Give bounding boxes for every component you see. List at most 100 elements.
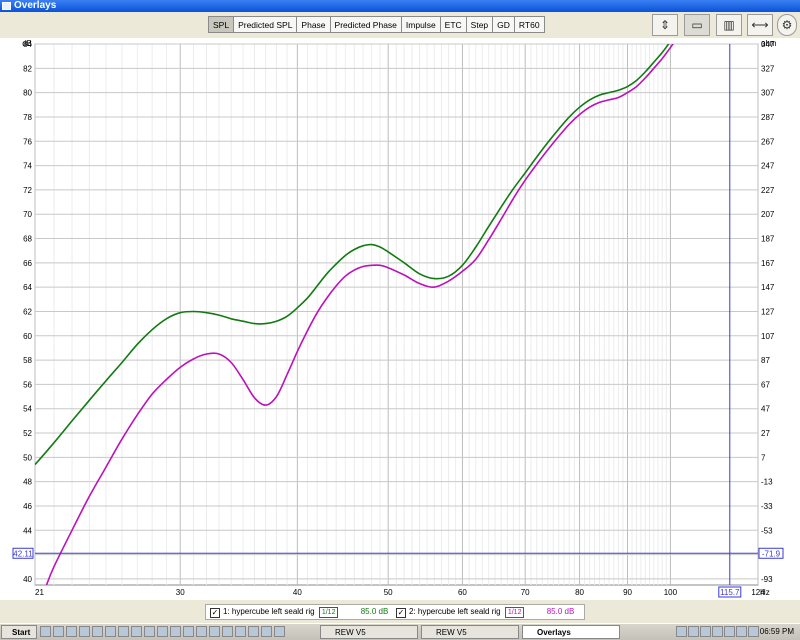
x-tick-label: 21: [35, 588, 44, 597]
x-tick-label: 80: [575, 588, 584, 597]
legend-item-2[interactable]: ✓ 2: hypercube left seald rig 1/12 85.0 d…: [396, 605, 574, 619]
tab-rt60[interactable]: RT60: [514, 16, 545, 33]
tab-predicted-spl[interactable]: Predicted SPL: [234, 16, 298, 33]
tab-step[interactable]: Step: [466, 16, 494, 33]
x-tick-label: 60: [458, 588, 467, 597]
taskbar-task-overlays[interactable]: Overlays: [522, 625, 620, 639]
legend-checkbox-2[interactable]: ✓: [396, 608, 406, 618]
y-tick-label: 54: [23, 405, 32, 414]
taskbar-task-rew-2[interactable]: REW V5: [421, 625, 519, 639]
y-tick-label: 60: [23, 332, 32, 341]
quick-launch-icon[interactable]: [274, 626, 285, 637]
quick-launch-icon[interactable]: [131, 626, 142, 637]
tab-impulse[interactable]: Impulse: [401, 16, 441, 33]
smoothing-badge-1[interactable]: 1/12: [318, 607, 339, 618]
quick-launch-icon[interactable]: [144, 626, 155, 637]
y-tick-label: 76: [23, 137, 32, 146]
y2-tick-label: 167: [761, 259, 775, 268]
tray-icon[interactable]: [688, 626, 699, 637]
quick-launch-icon[interactable]: [157, 626, 168, 637]
quick-launch-icon[interactable]: [209, 626, 220, 637]
cursor-y2-readout: -71.9: [762, 549, 781, 558]
tray-icon[interactable]: [676, 626, 687, 637]
clock: 06:59 PM: [759, 627, 794, 636]
y-tick-label: 40: [23, 575, 32, 584]
y2-tick-label: 247: [761, 162, 775, 171]
y2-tick-label: 307: [761, 89, 775, 98]
legend-item-1[interactable]: ✓ 1: hypercube left seald rig 1/12 85.0 d…: [210, 605, 388, 619]
y2-tick-label: -13: [761, 478, 773, 487]
legend-label-2: 2: hypercube left seald rig: [409, 607, 501, 616]
y2-tick-label: 207: [761, 210, 775, 219]
taskbar-task-rew-1[interactable]: REW V5: [320, 625, 418, 639]
app-icon: [2, 2, 11, 10]
quick-launch-icon[interactable]: [261, 626, 272, 637]
x-axis: 21 30 40 50 60 70 80 90 100 124Hz: [35, 588, 770, 597]
tab-gd[interactable]: GD: [493, 16, 515, 33]
quick-launch-icon[interactable]: [118, 626, 129, 637]
y-tick-label: 72: [23, 186, 32, 195]
graph-settings-icon[interactable]: ▭: [684, 14, 710, 36]
tray-icon[interactable]: [700, 626, 711, 637]
x-axis-label: Hz: [760, 588, 770, 597]
quick-launch-icon[interactable]: [53, 626, 64, 637]
x-tick-label: 90: [623, 588, 632, 597]
y-tick-label: 82: [23, 64, 32, 73]
y2-tick-label: -53: [761, 526, 773, 535]
y-axis-label: dB: [22, 39, 32, 48]
start-button[interactable]: Start: [1, 625, 37, 639]
graph-panel[interactable]: 4042444648505254565860626466687072747678…: [0, 38, 800, 600]
tab-predicted-phase[interactable]: Predicted Phase: [330, 16, 402, 33]
tab-spl[interactable]: SPL: [208, 16, 235, 33]
y2-tick-label: 67: [761, 380, 770, 389]
graph-type-tabs: SPL Predicted SPL Phase Predicted Phase Impu…: [208, 16, 545, 33]
quick-launch-icon[interactable]: [183, 626, 194, 637]
system-tray: [676, 626, 759, 637]
horizontal-resize-icon[interactable]: ⟷: [747, 14, 773, 36]
y2-tick-label: 47: [761, 405, 770, 414]
y-tick-label: 80: [23, 89, 32, 98]
window-title: Overlays: [14, 0, 57, 11]
tray-icon[interactable]: [712, 626, 723, 637]
tray-icon[interactable]: [724, 626, 735, 637]
spl-chart[interactable]: 4042444648505254565860626466687072747678…: [0, 38, 800, 600]
columns-icon[interactable]: ▥: [716, 14, 742, 36]
tab-etc[interactable]: ETC: [440, 16, 467, 33]
y-axis-left: 4042444648505254565860626466687072747678…: [22, 39, 32, 584]
grid: [34, 43, 759, 586]
y2-tick-label: -93: [761, 575, 773, 584]
y2-tick-label: 107: [761, 332, 775, 341]
y2-tick-label: 147: [761, 283, 775, 292]
y2-tick-label: -33: [761, 502, 773, 511]
y-tick-label: 68: [23, 235, 32, 244]
smoothing-badge-2[interactable]: 1/12: [504, 607, 525, 618]
quick-launch-icon[interactable]: [79, 626, 90, 637]
quick-launch-icon[interactable]: [170, 626, 181, 637]
overlay-legend: ✓ 1: hypercube left seald rig 1/12 85.0 d…: [205, 604, 585, 620]
y2-tick-label: 327: [761, 64, 775, 73]
vertical-resize-icon[interactable]: ⇕: [652, 14, 678, 36]
quick-launch-icon[interactable]: [235, 626, 246, 637]
legend-label-1: 1: hypercube left seald rig: [223, 607, 315, 616]
tray-icon[interactable]: [748, 626, 759, 637]
legend-level-2: 85.0 dB: [546, 607, 575, 616]
tab-phase[interactable]: Phase: [297, 16, 331, 33]
x-tick-label: 50: [384, 588, 393, 597]
quick-launch-icon[interactable]: [105, 626, 116, 637]
gear-icon[interactable]: ⚙: [777, 14, 797, 36]
quick-launch-icon[interactable]: [40, 626, 51, 637]
y2-tick-label: 287: [761, 113, 775, 122]
quick-launch-icon[interactable]: [196, 626, 207, 637]
tray-icon[interactable]: [736, 626, 747, 637]
y-tick-label: 56: [23, 380, 32, 389]
y-tick-label: 44: [23, 526, 32, 535]
quick-launch-icon[interactable]: [92, 626, 103, 637]
y2-tick-label: 87: [761, 356, 770, 365]
quick-launch-icon[interactable]: [66, 626, 77, 637]
graph-toolbar: SPL Predicted SPL Phase Predicted Phase Impu…: [0, 12, 800, 38]
quick-launch-icon[interactable]: [248, 626, 259, 637]
y-tick-label: 48: [23, 478, 32, 487]
legend-checkbox-1[interactable]: ✓: [210, 608, 220, 618]
y-axis-right: -93-73-53-33-137274767871071271471671872…: [761, 39, 777, 584]
quick-launch-icon[interactable]: [222, 626, 233, 637]
